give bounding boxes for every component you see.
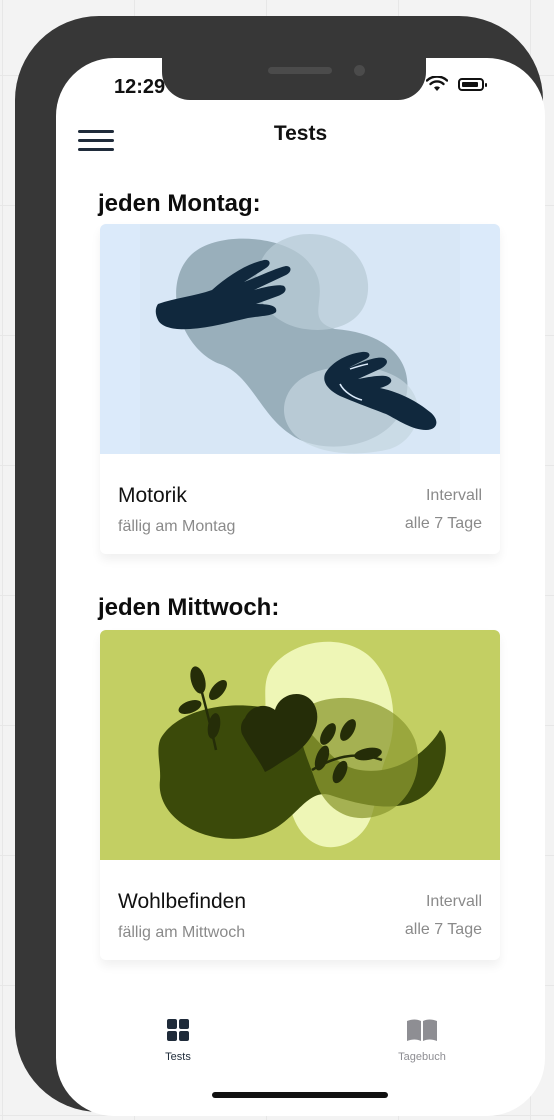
- test-card-motorik[interactable]: Motorik fällig am Montag Intervall alle …: [100, 224, 500, 554]
- section-heading-wednesday: jeden Mittwoch:: [98, 594, 280, 621]
- camera: [354, 65, 365, 76]
- card-title: Wohlbefinden: [118, 890, 247, 913]
- card-interval-label: Intervall: [425, 487, 482, 504]
- home-indicator: [212, 1092, 388, 1098]
- book-icon: [407, 1019, 437, 1041]
- wifi-icon: [426, 76, 448, 91]
- card-title: Motorik: [118, 484, 187, 507]
- card-due-date: fällig am Montag: [118, 518, 236, 535]
- card-info: Wohlbefinden fällig am Mittwoch Interval…: [100, 860, 500, 960]
- page-title: Tests: [273, 122, 328, 145]
- card-info: Motorik fällig am Montag Intervall alle …: [100, 454, 500, 554]
- speaker: [268, 67, 332, 74]
- screen: 12:29 Tests jeden Montag: Motorik fällig…: [56, 58, 545, 1116]
- tab-tagebuch[interactable]: Tagebuch: [362, 1018, 482, 1063]
- status-time: 12:29: [114, 76, 166, 98]
- tab-tests[interactable]: Tests: [118, 1018, 238, 1063]
- grid-icon: [167, 1019, 189, 1041]
- tab-tagebuch-label: Tagebuch: [398, 1051, 446, 1063]
- status-icons: [426, 76, 487, 92]
- test-card-wohlbefinden[interactable]: Wohlbefinden fällig am Mittwoch Interval…: [100, 630, 500, 960]
- notch: [162, 58, 426, 100]
- hands-illustration: [100, 224, 500, 454]
- tab-bar: Tests Tagebuch: [56, 1018, 545, 1078]
- card-interval-label: Intervall: [425, 893, 482, 910]
- heart-leaves-illustration: [100, 630, 500, 860]
- card-due-date: fällig am Mittwoch: [118, 924, 246, 941]
- battery-icon: [458, 77, 487, 91]
- section-heading-monday: jeden Montag:: [98, 190, 261, 217]
- card-interval-value: alle 7 Tage: [404, 921, 482, 938]
- tab-tests-label: Tests: [165, 1051, 191, 1063]
- phone-frame: 12:29 Tests jeden Montag: Motorik fällig…: [15, 16, 545, 1116]
- card-interval-value: alle 7 Tage: [404, 515, 482, 532]
